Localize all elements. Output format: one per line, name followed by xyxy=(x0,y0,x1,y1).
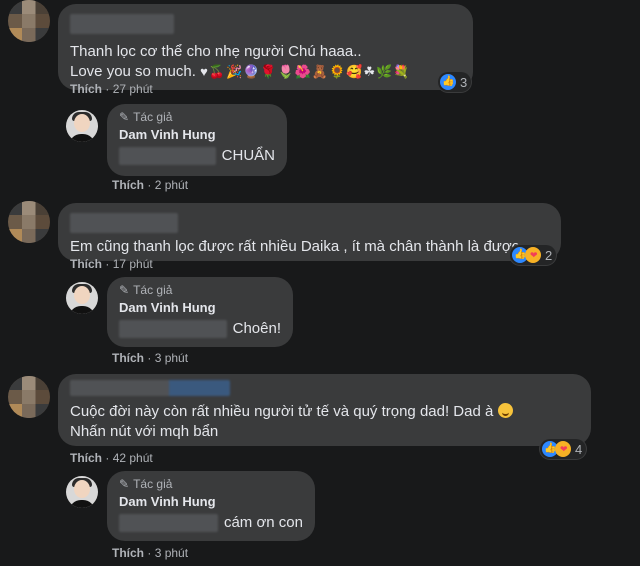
avatar[interactable] xyxy=(8,376,50,418)
blurred-name[interactable] xyxy=(70,14,174,34)
reply-bubble: ✎ Tác giả Dam Vinh Hung cám ơn con xyxy=(107,471,315,541)
pen-icon: ✎ xyxy=(119,283,130,297)
reaction-count: 2 xyxy=(545,247,553,263)
comment-text-line-2: Love you so much. ♥🍒🎉🔮🌹🌷🌺🧸🌻🥰☘🌿💐 xyxy=(70,62,461,82)
pen-icon: ✎ xyxy=(119,477,130,491)
like-button[interactable]: Thích xyxy=(112,351,144,365)
timestamp[interactable]: 17 phút xyxy=(113,257,153,271)
comment-actions: Thích · 42 phút xyxy=(70,451,153,465)
like-button[interactable]: Thích xyxy=(70,82,102,96)
comment-2: Em cũng thanh lọc được rất nhiều Daika ,… xyxy=(0,195,640,370)
blurred-name[interactable] xyxy=(70,213,178,233)
comment-actions: Thích · 27 phút xyxy=(70,82,153,96)
timestamp[interactable]: 42 phút xyxy=(113,451,153,465)
author-name[interactable]: Dam Vinh Hung xyxy=(119,126,275,144)
author-avatar[interactable] xyxy=(66,476,98,508)
timestamp[interactable]: 3 phút xyxy=(155,546,188,560)
blurred-name[interactable] xyxy=(119,320,227,338)
reaction-summary[interactable]: 3 xyxy=(438,72,472,92)
comment-bubble: Cuộc đời này còn rất nhiều người tử tế v… xyxy=(58,374,591,446)
avatar[interactable] xyxy=(8,201,50,243)
author-tag: ✎ Tác giả xyxy=(119,110,173,124)
comment-text: Cuộc đời này còn rất nhiều người tử tế v… xyxy=(70,403,494,420)
author-tag: ✎ Tác giả xyxy=(119,283,173,297)
reaction-summary[interactable]: 2 xyxy=(510,245,557,265)
reply-bubble: ✎ Tác giả Dam Vinh Hung Choên! xyxy=(107,277,293,347)
like-button[interactable]: Thích xyxy=(70,257,102,271)
reply-text-line: cám ơn con xyxy=(119,513,303,533)
reply-text: Choên! xyxy=(232,320,281,337)
author-name[interactable]: Dam Vinh Hung xyxy=(119,493,303,511)
reply-text-line: Choên! xyxy=(119,319,281,339)
reaction-count: 4 xyxy=(575,441,583,457)
avatar[interactable] xyxy=(8,0,50,42)
comment-actions: Thích · 17 phút xyxy=(70,257,153,271)
reply-text-line: CHUẨN xyxy=(119,146,275,166)
blurred-name[interactable] xyxy=(119,514,218,532)
author-tag: ✎ Tác giả xyxy=(119,477,173,491)
emoji-row: ♥🍒🎉🔮🌹🌷🌺🧸🌻🥰☘🌿💐 xyxy=(200,64,411,79)
care-reaction-icon xyxy=(525,247,541,263)
care-reaction-icon xyxy=(555,441,571,457)
comment-text-line-1: Thanh lọc cơ thể cho nhẹ người Chú haaa.… xyxy=(70,43,362,60)
like-button[interactable]: Thích xyxy=(70,451,102,465)
blurred-name[interactable] xyxy=(119,147,216,165)
comment-3: Cuộc đời này còn rất nhiều người tử tế v… xyxy=(0,370,640,566)
timestamp[interactable]: 27 phút xyxy=(113,82,153,96)
comment-bubble: Thanh lọc cơ thể cho nhẹ người Chú haaa.… xyxy=(58,4,473,90)
like-button[interactable]: Thích xyxy=(112,178,144,192)
comment-text: Love you so much. xyxy=(70,63,196,80)
comment-bubble: Em cũng thanh lọc được rất nhiều Daika ,… xyxy=(58,203,561,261)
timestamp[interactable]: 3 phút xyxy=(155,351,188,365)
reply-actions: Thích · 2 phút xyxy=(112,178,189,192)
reply-actions: Thích · 3 phút xyxy=(112,351,189,365)
reaction-count: 3 xyxy=(460,74,468,90)
reply-bubble: ✎ Tác giả Dam Vinh Hung CHUẨN xyxy=(107,104,287,176)
reply-actions: Thích · 3 phút xyxy=(112,546,189,560)
author-avatar[interactable] xyxy=(66,110,98,142)
comment-text-line-1: Cuộc đời này còn rất nhiều người tử tế v… xyxy=(70,402,579,422)
author-name[interactable]: Dam Vinh Hung xyxy=(119,299,281,317)
pen-icon: ✎ xyxy=(119,110,130,124)
timestamp[interactable]: 2 phút xyxy=(155,178,188,192)
smile-emoji-icon xyxy=(497,403,513,418)
reply-text: CHUẨN xyxy=(221,147,275,164)
author-avatar[interactable] xyxy=(66,282,98,314)
like-reaction-icon xyxy=(440,74,456,90)
comment-text-line-2: Nhấn nút với mqh bẩn xyxy=(70,423,219,440)
reaction-summary[interactable]: 4 xyxy=(540,439,587,459)
like-button[interactable]: Thích xyxy=(112,546,144,560)
reply-text: cám ơn con xyxy=(223,514,303,531)
blurred-name[interactable] xyxy=(70,380,230,396)
comment-text-line-1: Em cũng thanh lọc được rất nhiều Daika ,… xyxy=(70,238,520,255)
comment-1: Thanh lọc cơ thể cho nhẹ người Chú haaa.… xyxy=(0,0,640,195)
